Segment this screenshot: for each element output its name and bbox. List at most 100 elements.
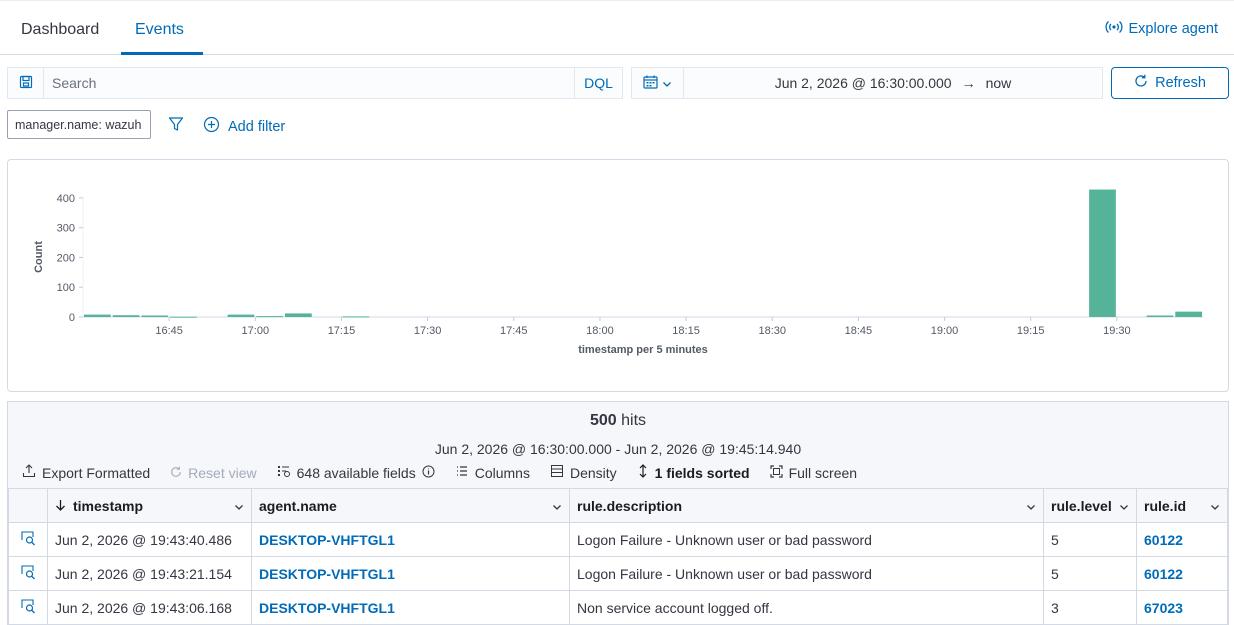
cell-agent-name[interactable]: DESKTOP-VHFTGL1 bbox=[251, 522, 570, 557]
reset-view-label: Reset view bbox=[188, 464, 257, 481]
x-tick-label: 19:00 bbox=[931, 325, 959, 337]
cell-rule-id[interactable]: 60122 bbox=[1136, 522, 1228, 557]
filter-pill[interactable]: manager.name: wazuh bbox=[7, 110, 151, 139]
column-header-timestamp[interactable]: timestamp bbox=[47, 488, 252, 523]
refresh-button[interactable]: Refresh bbox=[1111, 67, 1229, 99]
chevron-down-icon[interactable] bbox=[1210, 498, 1220, 514]
y-tick-label: 200 bbox=[57, 252, 75, 264]
hits-label: hits bbox=[616, 412, 647, 429]
reset-view-button[interactable]: Reset view bbox=[170, 464, 257, 481]
chevron-down-icon[interactable] bbox=[1026, 498, 1036, 514]
column-label: timestamp bbox=[73, 497, 144, 514]
histogram-bar bbox=[1146, 315, 1174, 317]
histogram-bar bbox=[141, 315, 169, 317]
density-label: Density bbox=[569, 464, 617, 481]
table-row: Jun 2, 2026 @ 19:43:06.168 DESKTOP-VHFTGL… bbox=[8, 590, 1228, 625]
results-panel: 500 hits Jun 2, 2026 @ 16:30:00.000 - Ju… bbox=[7, 401, 1229, 625]
table-density-icon bbox=[550, 464, 564, 481]
histogram-bar bbox=[227, 314, 255, 317]
inspect-cell bbox=[8, 556, 48, 591]
end-date[interactable]: now bbox=[986, 75, 1012, 91]
tab-events[interactable]: Events bbox=[135, 21, 184, 39]
column-label: agent.name bbox=[259, 497, 337, 514]
cell-timestamp: Jun 2, 2026 @ 19:43:21.154 bbox=[47, 556, 252, 591]
inspect-document-icon[interactable] bbox=[20, 564, 36, 583]
fullscreen-icon bbox=[769, 464, 783, 481]
cell-timestamp: Jun 2, 2026 @ 19:43:40.486 bbox=[47, 522, 252, 557]
x-axis-title: timestamp per 5 minutes bbox=[578, 344, 708, 356]
histogram-bar bbox=[342, 316, 370, 318]
x-tick-label: 18:00 bbox=[586, 325, 614, 337]
saved-query-button[interactable] bbox=[8, 68, 44, 98]
column-header-rule-id[interactable]: rule.id bbox=[1136, 488, 1228, 523]
sort-icon bbox=[637, 464, 649, 481]
cell-rule-id[interactable]: 60122 bbox=[1136, 556, 1228, 591]
sort-fields-button[interactable]: 1 fields sorted bbox=[637, 464, 750, 481]
add-filter-label: Add filter bbox=[228, 118, 286, 135]
start-date[interactable]: Jun 2, 2026 @ 16:30:00.000 bbox=[775, 75, 952, 91]
x-tick-label: 19:15 bbox=[1017, 325, 1045, 337]
search-input[interactable] bbox=[44, 68, 574, 98]
table-row: Jun 2, 2026 @ 19:43:40.486 DESKTOP-VHFTGL… bbox=[8, 522, 1228, 557]
available-fields-button[interactable]: 648 available fields bbox=[277, 464, 435, 481]
y-tick-label: 300 bbox=[57, 223, 75, 235]
inspect-document-icon[interactable] bbox=[20, 598, 36, 617]
inspect-document-icon[interactable] bbox=[20, 530, 36, 549]
cell-rule-level: 3 bbox=[1043, 590, 1137, 625]
add-filter-button[interactable]: Add filter bbox=[203, 116, 285, 137]
histogram-bar bbox=[112, 315, 140, 317]
full-screen-button[interactable]: Full screen bbox=[769, 464, 857, 481]
filter-icon[interactable] bbox=[168, 116, 184, 135]
x-tick-label: 19:30 bbox=[1103, 325, 1131, 337]
y-tick-label: 0 bbox=[69, 312, 75, 324]
chevron-down-icon[interactable] bbox=[1119, 498, 1129, 514]
inspect-cell bbox=[8, 590, 48, 625]
explore-agent-label: Explore agent bbox=[1128, 21, 1218, 37]
column-header-rule-description[interactable]: rule.description bbox=[569, 488, 1044, 523]
arrow-down-icon bbox=[55, 498, 66, 514]
top-navigation: Dashboard Events Explore agent bbox=[0, 0, 1234, 55]
hits-summary: 500 hits bbox=[8, 412, 1228, 430]
histogram-bar bbox=[84, 314, 111, 317]
inspect-cell bbox=[8, 522, 48, 557]
query-language-button[interactable]: DQL bbox=[574, 68, 622, 98]
explore-agent-button[interactable]: Explore agent bbox=[1104, 19, 1218, 39]
x-tick-label: 17:30 bbox=[414, 325, 442, 337]
export-formatted-button[interactable]: Export Formatted bbox=[22, 464, 150, 481]
column-label: rule.description bbox=[577, 497, 683, 514]
density-button[interactable]: Density bbox=[550, 464, 617, 481]
cell-rule-level: 5 bbox=[1043, 556, 1137, 591]
cell-agent-name[interactable]: DESKTOP-VHFTGL1 bbox=[251, 590, 570, 625]
hits-time-range: Jun 2, 2026 @ 16:30:00.000 - Jun 2, 2026… bbox=[434, 441, 802, 457]
cell-rule-level: 5 bbox=[1043, 522, 1137, 557]
x-tick-label: 17:45 bbox=[500, 325, 528, 337]
events-table: timestamp agent.name rule.description ru… bbox=[8, 488, 1228, 625]
quick-date-menu-button[interactable] bbox=[632, 68, 684, 98]
list-icon bbox=[455, 464, 469, 481]
columns-button[interactable]: Columns bbox=[455, 464, 530, 481]
column-label: rule.level bbox=[1051, 497, 1112, 514]
date-picker: Jun 2, 2026 @ 16:30:00.000 → now bbox=[631, 67, 1103, 99]
histogram-bar bbox=[170, 316, 197, 318]
column-header-rule-level[interactable]: rule.level bbox=[1043, 488, 1137, 523]
plus-in-circle-icon bbox=[203, 116, 220, 137]
column-label: rule.id bbox=[1144, 497, 1187, 514]
x-tick-label: 18:30 bbox=[758, 325, 786, 337]
tab-dashboard[interactable]: Dashboard bbox=[21, 21, 99, 39]
active-tab-indicator bbox=[121, 52, 203, 55]
inspect-column-header bbox=[8, 488, 48, 523]
histogram-bar bbox=[256, 316, 284, 318]
table-header-row: timestamp agent.name rule.description ru… bbox=[8, 488, 1228, 523]
cell-rule-id[interactable]: 67023 bbox=[1136, 590, 1228, 625]
chevron-down-icon[interactable] bbox=[234, 498, 244, 514]
cell-agent-name[interactable]: DESKTOP-VHFTGL1 bbox=[251, 556, 570, 591]
x-tick-label: 17:15 bbox=[328, 325, 356, 337]
y-tick-label: 400 bbox=[57, 193, 75, 205]
x-tick-label: 18:15 bbox=[672, 325, 700, 337]
column-header-agent-name[interactable]: agent.name bbox=[251, 488, 570, 523]
chevron-down-icon[interactable] bbox=[552, 498, 562, 514]
x-tick-label: 16:45 bbox=[155, 325, 183, 337]
histogram-bar bbox=[1175, 311, 1202, 317]
histogram-panel: 0 100 200 300 400 16:45 17:00 17:15 17:30 17:45 18… bbox=[7, 159, 1229, 392]
sort-fields-label: 1 fields sorted bbox=[654, 464, 750, 481]
